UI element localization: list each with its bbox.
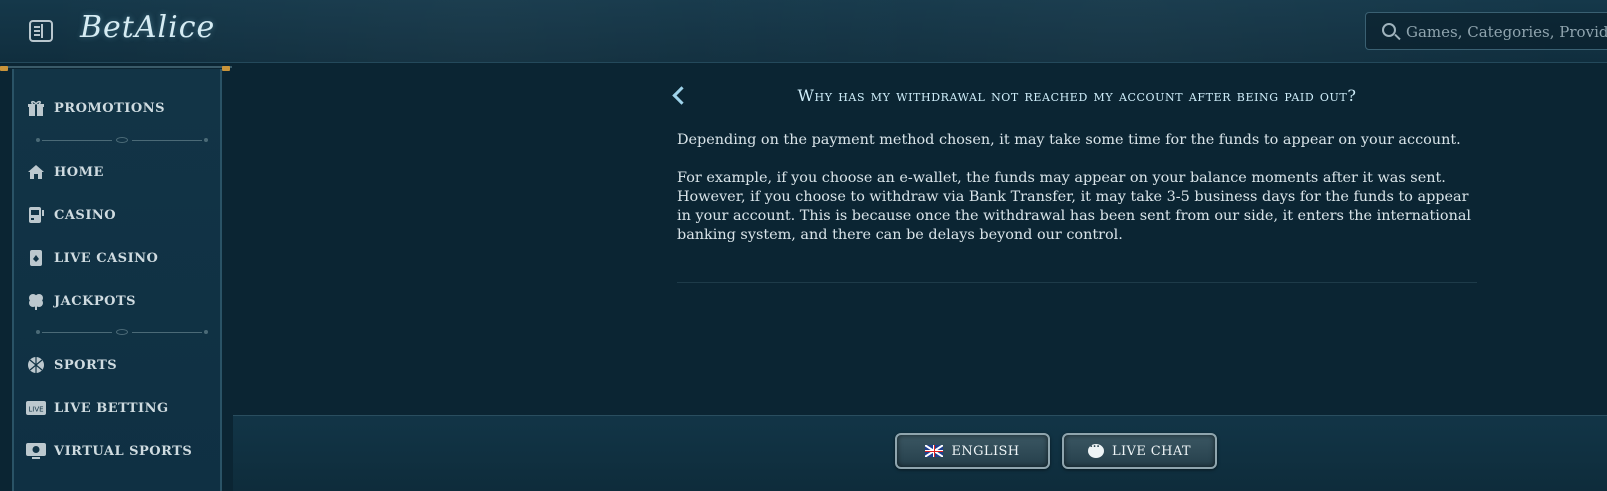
playing-card-icon (26, 249, 46, 267)
sidebar-item-label: LIVE CASINO (54, 250, 159, 266)
sidebar-item-label: JACKPOTS (54, 293, 137, 309)
search-icon (1382, 23, 1396, 37)
article-title: Why has my withdrawal not reached my acc… (797, 86, 1357, 105)
svg-text:LIVE: LIVE (28, 406, 43, 414)
slot-machine-icon (26, 206, 46, 224)
sidebar-item-label: CASINO (54, 207, 117, 223)
article-body: Depending on the payment method chosen, … (677, 131, 1477, 264)
rail-cap-left (0, 66, 8, 71)
back-arrow-icon[interactable] (670, 84, 688, 106)
gift-icon (26, 99, 46, 117)
search-box[interactable] (1365, 12, 1607, 50)
language-button[interactable]: ENGLISH (895, 433, 1050, 469)
page: BetAlice PROMOTIONS HOME (0, 0, 1607, 491)
sidebar-item-jackpots[interactable]: JACKPOTS (26, 286, 216, 316)
sidebar-item-home[interactable]: HOME (26, 157, 216, 187)
virtual-sports-icon (26, 442, 46, 460)
sidebar-item-label: HOME (54, 164, 104, 180)
sidebar-item-virtual-sports[interactable]: VIRTUAL SPORTS (26, 436, 216, 466)
sidebar-toggle-icon[interactable] (29, 20, 53, 42)
article-paragraph: For example, if you choose an e-wallet, … (677, 170, 1472, 243)
language-label: ENGLISH (951, 443, 1020, 459)
sidebar-item-sports[interactable]: SPORTS (26, 350, 216, 380)
footer: ENGLISH LIVE CHAT (233, 415, 1607, 491)
clover-icon (26, 292, 46, 310)
home-icon (26, 163, 46, 181)
top-header: BetAlice (0, 0, 1607, 63)
sidebar-item-promotions[interactable]: PROMOTIONS (26, 93, 216, 123)
search-input[interactable] (1406, 21, 1607, 43)
ball-icon (26, 356, 46, 374)
logo[interactable]: BetAlice (80, 10, 215, 45)
sidebar-separator (36, 137, 208, 145)
sidebar-item-label: LIVE BETTING (54, 400, 169, 416)
article-paragraph: Depending on the payment method chosen, … (677, 132, 1461, 148)
article-divider (677, 282, 1477, 283)
sidebar-item-casino[interactable]: CASINO (26, 200, 216, 230)
uk-flag-icon (925, 445, 944, 457)
live-chat-label: LIVE CHAT (1111, 443, 1191, 459)
sidebar: PROMOTIONS HOME CASINO LIVE CASINO JACKP… (12, 69, 222, 491)
sidebar-item-live-betting[interactable]: LIVE LIVE BETTING (26, 393, 216, 423)
sidebar-item-label: SPORTS (54, 357, 118, 373)
sidebar-item-label: PROMOTIONS (54, 100, 165, 116)
sidebar-item-label: VIRTUAL SPORTS (54, 443, 193, 459)
live-chat-button[interactable]: LIVE CHAT (1062, 433, 1217, 469)
sidebar-separator (36, 329, 208, 337)
live-icon: LIVE (26, 399, 46, 417)
rail-cap-right (222, 66, 230, 71)
chat-bubble-icon (1087, 439, 1104, 458)
sidebar-item-live-casino[interactable]: LIVE CASINO (26, 243, 216, 273)
